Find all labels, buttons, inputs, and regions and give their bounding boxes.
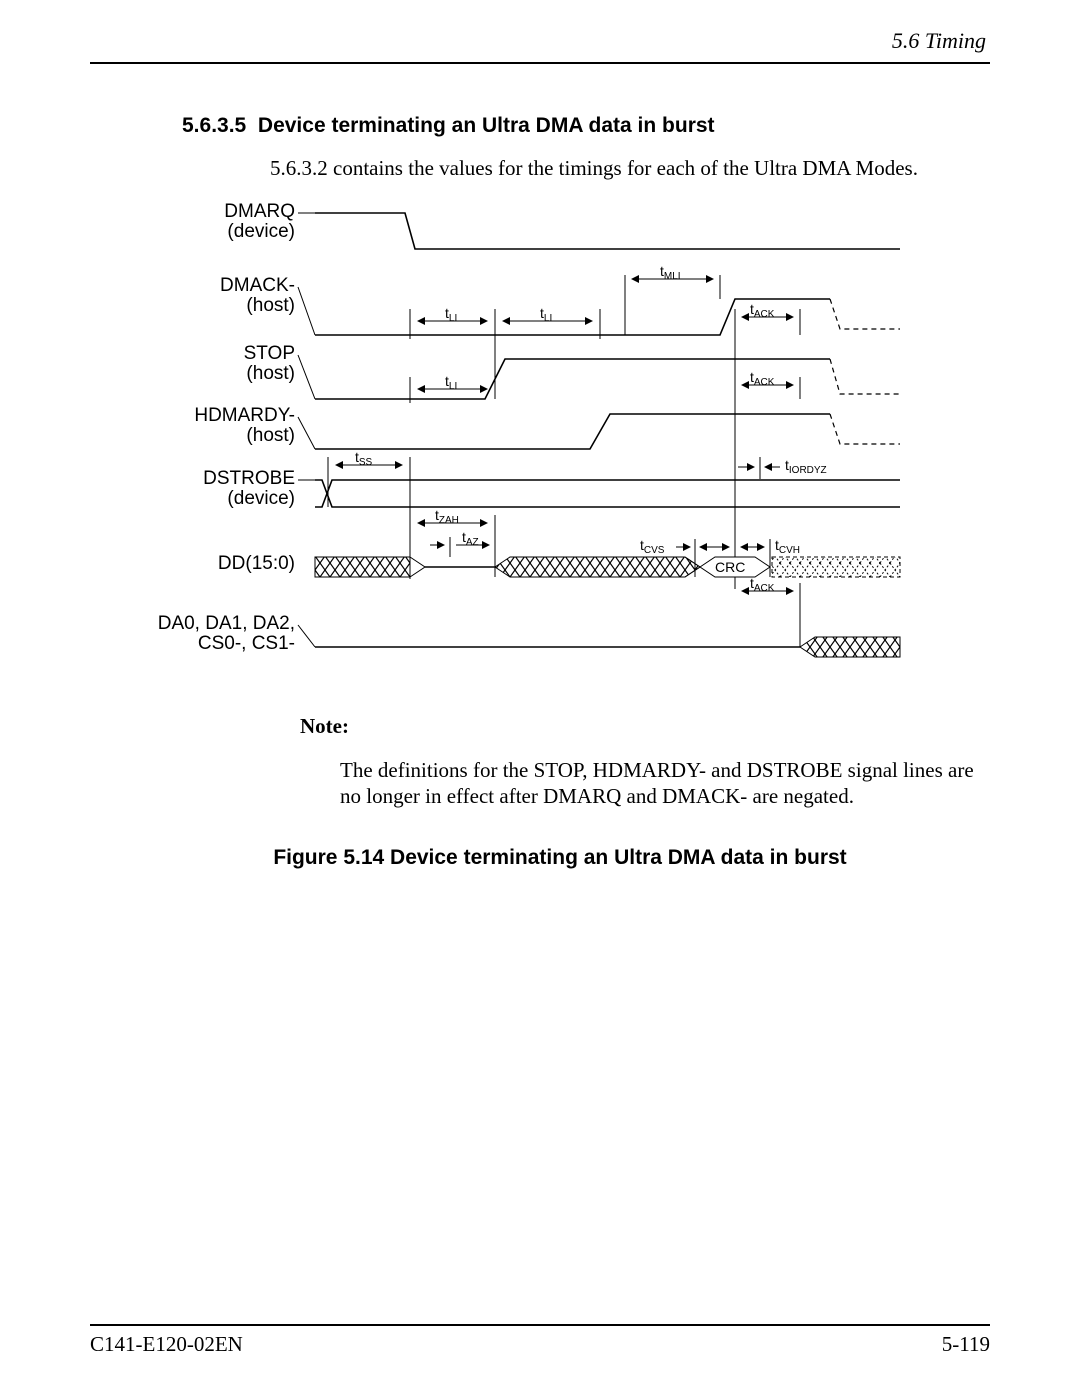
t-ack-2: tACK xyxy=(750,369,775,388)
timing-diagram: DMARQ (device) DMACK- (host) STOP (host)… xyxy=(140,199,990,674)
t-cvs: tCVS xyxy=(640,537,665,556)
header-section-label: 5.6 Timing xyxy=(90,28,990,54)
note-label: Note: xyxy=(300,714,990,739)
section-number: 5.6.3.5 xyxy=(182,114,246,137)
label-stop: STOP xyxy=(244,343,295,364)
label-dmarq: DMARQ xyxy=(224,201,295,222)
label-dstrobe: DSTROBE xyxy=(203,468,295,489)
footer-doc-id: C141-E120-02EN xyxy=(90,1332,243,1357)
label-dacs1: DA0, DA1, DA2, xyxy=(158,613,295,634)
crc-label: CRC xyxy=(715,559,745,575)
section-intro: 5.6.3.2 contains the values for the timi… xyxy=(270,156,990,181)
footer-page-number: 5-119 xyxy=(942,1332,990,1357)
t-cvh: tCVH xyxy=(775,537,800,556)
t-ack-1: tACK xyxy=(750,301,775,320)
label-hdmardy-src: (host) xyxy=(246,425,295,446)
t-zah: tZAH xyxy=(435,507,459,526)
footer-rule xyxy=(90,1324,990,1326)
label-dmack: DMACK- xyxy=(220,275,295,296)
t-mli: tMLI xyxy=(660,263,681,282)
label-dmack-src: (host) xyxy=(246,295,295,316)
label-dstrobe-src: (device) xyxy=(227,488,295,509)
figure-caption: Figure 5.14 Device terminating an Ultra … xyxy=(130,846,990,870)
header-rule xyxy=(90,62,990,64)
page-footer: C141-E120-02EN 5-119 xyxy=(90,1324,990,1357)
t-ack-3: tACK xyxy=(750,575,775,594)
note-body: The definitions for the STOP, HDMARDY- a… xyxy=(340,757,980,810)
label-dacs2: CS0-, CS1- xyxy=(198,633,295,654)
label-dd: DD(15:0) xyxy=(218,553,295,574)
label-dmarq-src: (device) xyxy=(227,221,295,242)
t-iordyz: tIORDYZ xyxy=(785,457,827,476)
label-hdmardy: HDMARDY- xyxy=(194,405,295,426)
section-title: Device terminating an Ultra DMA data in … xyxy=(258,114,715,137)
section-heading: 5.6.3.5 Device terminating an Ultra DMA … xyxy=(182,114,990,138)
label-stop-src: (host) xyxy=(246,363,295,384)
